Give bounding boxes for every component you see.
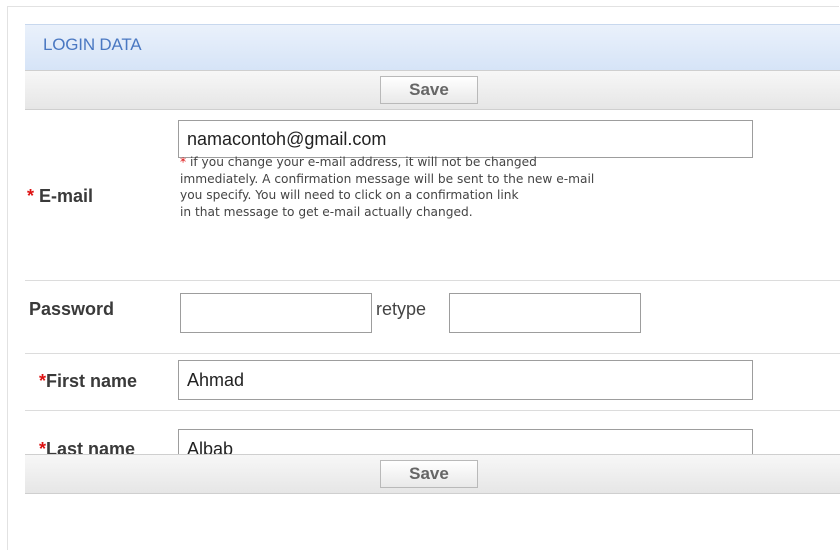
first-name-input[interactable]	[178, 360, 753, 400]
note-required-marker: *	[180, 155, 187, 169]
login-data-panel: LOGIN DATA Save * E-mail * if you change…	[25, 24, 840, 544]
save-button-top[interactable]: Save	[380, 76, 478, 104]
email-label: * E-mail	[27, 186, 94, 206]
email-change-note: * if you change your e-mail address, it …	[180, 155, 595, 219]
section-title: LOGIN DATA	[43, 35, 142, 54]
bottom-save-bar: Save	[25, 454, 840, 494]
password-row: Password retype	[25, 281, 840, 354]
required-marker: *	[27, 186, 35, 206]
top-save-bar: Save	[25, 70, 840, 110]
password-label: Password	[29, 299, 115, 319]
retype-label: retype	[376, 299, 427, 319]
retype-password-input[interactable]	[449, 293, 641, 333]
section-header: LOGIN DATA	[25, 24, 840, 70]
save-button-bottom[interactable]: Save	[380, 460, 478, 488]
password-input[interactable]	[180, 293, 372, 333]
first-name-row: *First name	[25, 354, 840, 411]
email-input[interactable]	[178, 120, 753, 158]
email-row: * E-mail * if you change your e-mail add…	[25, 110, 840, 281]
first-name-label: *First name	[39, 371, 138, 391]
